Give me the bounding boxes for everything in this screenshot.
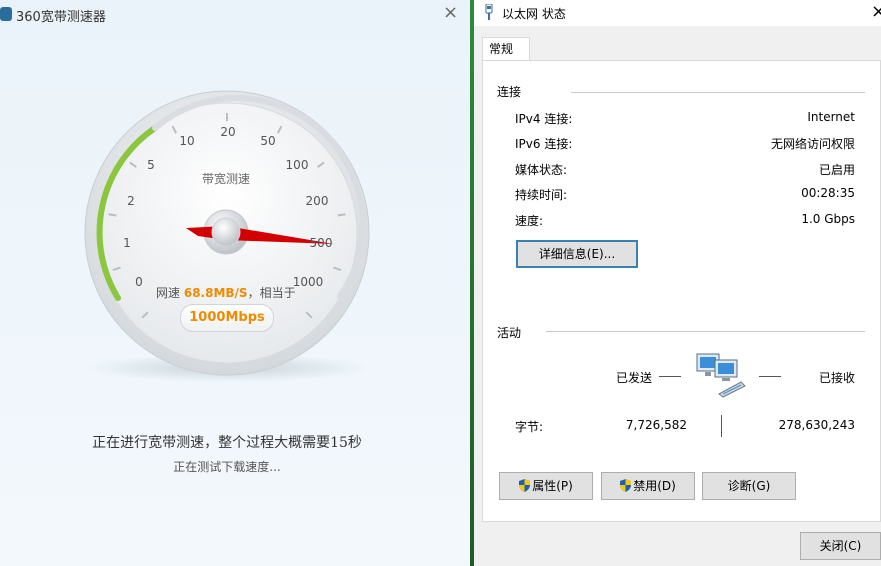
divider [759, 376, 781, 377]
media-state-value: 已启用 [818, 163, 855, 177]
divider [546, 331, 865, 332]
gauge-tick: 5 [147, 158, 155, 172]
gauge-tick-mark [108, 213, 117, 217]
properties-button[interactable]: 属性(P) [499, 472, 593, 500]
gauge-tick: 0 [135, 275, 143, 289]
speed-suffix: ，相当于 [247, 286, 296, 300]
duration-value: 00:28:35 [801, 186, 855, 200]
dialog-title: 以太网 状态 [502, 7, 566, 21]
gauge-tick: 200 [305, 194, 329, 208]
details-button[interactable]: 详细信息(E)... [516, 240, 638, 268]
general-panel: 连接 IPv4 连接: Internet IPv6 连接: 无网络访问权限 媒体… [482, 60, 881, 522]
divider [659, 376, 681, 377]
ipv4-label: IPv4 连接: [515, 112, 573, 126]
divider [571, 92, 865, 93]
gauge-tick: 1000 [292, 275, 324, 289]
close-button[interactable]: 关闭(C) [800, 532, 881, 560]
connection-header: 连接 [497, 85, 522, 99]
network-adapter-icon [485, 4, 493, 20]
activity-header: 活动 [497, 326, 522, 340]
ipv4-value: Internet [807, 110, 855, 124]
properties-label: 属性(P) [532, 479, 573, 493]
received-label: 已接收 [818, 371, 855, 385]
speed-readout: 网速 68.8MB/S，相当于 [156, 284, 296, 301]
disable-label: 禁用(D) [633, 479, 676, 493]
sent-bytes: 7,726,582 [625, 418, 687, 432]
gauge-tick: 500 [309, 236, 333, 250]
speed-value: 68.8MB/S [183, 286, 248, 300]
ipv6-value: 无网络访问权限 [770, 137, 855, 151]
speedtest-substatus: 正在测试下载速度... [173, 460, 281, 474]
divider [721, 415, 722, 437]
gauge-tick: 10 [179, 134, 195, 148]
speed-value: 1.0 Gbps [801, 212, 855, 226]
network-computers-icon [696, 353, 746, 398]
disable-button[interactable]: 禁用(D) [601, 472, 695, 500]
gauge-tick: 2 [127, 194, 135, 208]
shield-icon [620, 479, 632, 492]
duration-label: 持续时间: [515, 188, 568, 202]
dialog-titlebar: 以太网 状态 × [474, 0, 881, 26]
sent-label: 已发送 [616, 371, 653, 385]
gauge-tick-mark [337, 213, 346, 217]
speedtest-window: 360宽带测速器 × 0 1 2 5 10 20 50 100 200 500 … [0, 0, 470, 566]
bytes-label: 字节: [515, 420, 544, 434]
ethernet-status-dialog: 以太网 状态 × 常规 连接 IPv4 连接: Internet IPv6 连接… [474, 0, 881, 566]
tab-general[interactable]: 常规 [482, 37, 530, 61]
received-bytes: 278,630,243 [778, 418, 855, 432]
gauge-tick: 1 [123, 236, 131, 250]
speedtest-status: 正在进行宽带测速，整个过程大概需要15秒 [92, 435, 362, 451]
gauge-tick: 50 [260, 134, 276, 148]
mbps-badge: 1000Mbps [180, 304, 274, 332]
speed-gauge [84, 90, 370, 382]
speed-prefix: 网速 [156, 286, 181, 300]
media-state-label: 媒体状态: [515, 163, 568, 177]
gauge-tick: 100 [285, 158, 309, 172]
close-icon[interactable]: × [871, 1, 881, 22]
diagnose-button[interactable]: 诊断(G) [702, 472, 796, 500]
shield-icon [519, 479, 531, 492]
gauge-label: 带宽测速 [201, 172, 251, 186]
gauge-tick: 20 [220, 125, 236, 139]
ipv6-label: IPv6 连接: [515, 137, 573, 151]
speed-label: 速度: [515, 214, 544, 228]
